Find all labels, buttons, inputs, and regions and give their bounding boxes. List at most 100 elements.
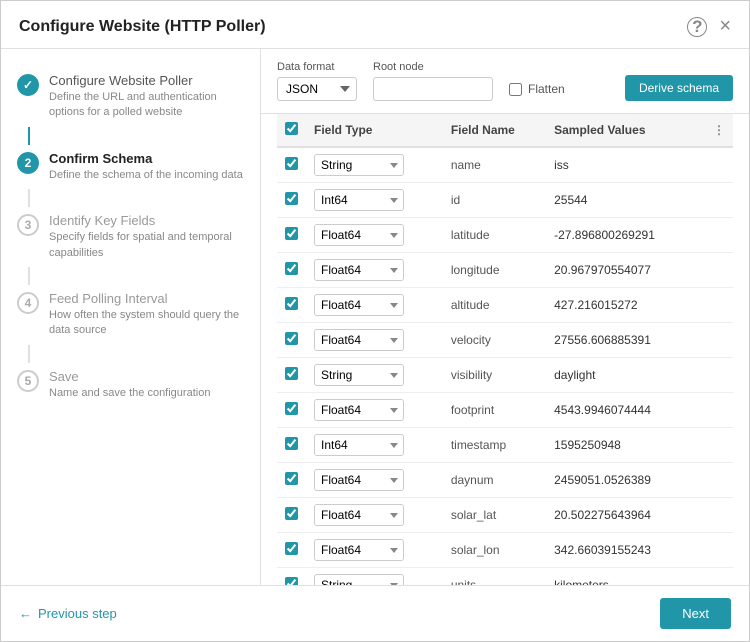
row-more-cell <box>697 253 733 288</box>
row-type-select[interactable]: String Int64 Float64 Boolean Date <box>314 294 404 316</box>
step4-content: Feed Polling Interval How often the syst… <box>49 291 244 339</box>
row-field-name: daynum <box>443 463 546 498</box>
row-checkbox[interactable] <box>285 542 298 555</box>
step1-label: Configure Website Poller <box>49 73 244 88</box>
row-type-select[interactable]: String Int64 Float64 Boolean Date <box>314 224 404 246</box>
row-checkbox-cell <box>277 253 306 288</box>
table-row: String Int64 Float64 Boolean Date timest… <box>277 428 733 463</box>
row-checkbox[interactable] <box>285 402 298 415</box>
row-checkbox[interactable] <box>285 437 298 450</box>
row-type-cell: String Int64 Float64 Boolean Date <box>306 147 443 183</box>
step4-desc: How often the system should query the da… <box>49 308 244 339</box>
row-checkbox[interactable] <box>285 297 298 310</box>
root-node-group: Root node <box>373 61 493 101</box>
table-row: String Int64 Float64 Boolean Date solar_… <box>277 533 733 568</box>
row-type-select[interactable]: String Int64 Float64 Boolean Date <box>314 504 404 526</box>
step3-content: Identify Key Fields Specify fields for s… <box>49 213 244 261</box>
row-type-cell: String Int64 Float64 Boolean Date <box>306 218 443 253</box>
row-type-cell: String Int64 Float64 Boolean Date <box>306 568 443 586</box>
modal: Configure Website (HTTP Poller) ? × ✓ Co… <box>0 0 750 642</box>
th-more[interactable]: ⋮ <box>697 114 733 147</box>
row-type-select[interactable]: String Int64 Float64 Boolean Date <box>314 574 404 585</box>
flatten-checkbox[interactable] <box>509 83 522 96</box>
row-type-cell: String Int64 Float64 Boolean Date <box>306 393 443 428</box>
row-more-cell <box>697 183 733 218</box>
table-row: String Int64 Float64 Boolean Date longit… <box>277 253 733 288</box>
row-sampled-value: 20.967970554077 <box>546 253 697 288</box>
row-checkbox-cell <box>277 358 306 393</box>
row-type-select[interactable]: String Int64 Float64 Boolean Date <box>314 434 404 456</box>
help-icon[interactable]: ? <box>687 17 707 37</box>
step2-label: Confirm Schema <box>49 151 244 166</box>
connector-4 <box>28 345 30 363</box>
row-type-cell: String Int64 Float64 Boolean Date <box>306 428 443 463</box>
row-more-cell <box>697 358 733 393</box>
row-checkbox[interactable] <box>285 157 298 170</box>
row-checkbox[interactable] <box>285 192 298 205</box>
row-type-select[interactable]: String Int64 Float64 Boolean Date <box>314 189 404 211</box>
connector-3 <box>28 267 30 285</box>
row-more-cell <box>697 323 733 358</box>
row-type-select[interactable]: String Int64 Float64 Boolean Date <box>314 259 404 281</box>
step1-content: Configure Website Poller Define the URL … <box>49 73 244 121</box>
row-more-cell <box>697 147 733 183</box>
row-type-select[interactable]: String Int64 Float64 Boolean Date <box>314 539 404 561</box>
derive-schema-button[interactable]: Derive schema <box>625 75 733 101</box>
sidebar-item-step4: 4 Feed Polling Interval How often the sy… <box>1 285 260 345</box>
table-row: String Int64 Float64 Boolean Date id 255… <box>277 183 733 218</box>
row-field-name: id <box>443 183 546 218</box>
step5-desc: Name and save the configuration <box>49 386 244 401</box>
row-field-name: name <box>443 147 546 183</box>
table-row: String Int64 Float64 Boolean Date altitu… <box>277 288 733 323</box>
sidebar-item-step2: 2 Confirm Schema Define the schema of th… <box>1 145 260 189</box>
row-checkbox-cell <box>277 393 306 428</box>
table-row: String Int64 Float64 Boolean Date solar_… <box>277 498 733 533</box>
row-type-select[interactable]: String Int64 Float64 Boolean Date <box>314 329 404 351</box>
row-checkbox-cell <box>277 428 306 463</box>
step2-number: 2 <box>17 152 39 174</box>
data-format-select[interactable]: JSON CSV XML <box>277 77 357 101</box>
previous-step-label: Previous step <box>38 606 117 621</box>
row-checkbox[interactable] <box>285 227 298 240</box>
row-sampled-value: 1595250948 <box>546 428 697 463</box>
row-checkbox-cell <box>277 498 306 533</box>
sidebar-item-step1: ✓ Configure Website Poller Define the UR… <box>1 67 260 127</box>
table-row: String Int64 Float64 Boolean Date name i… <box>277 147 733 183</box>
sidebar-item-step3: 3 Identify Key Fields Specify fields for… <box>1 207 260 267</box>
row-checkbox[interactable] <box>285 262 298 275</box>
close-icon[interactable]: × <box>719 15 731 38</box>
row-sampled-value: iss <box>546 147 697 183</box>
th-checkbox <box>277 114 306 147</box>
row-more-cell <box>697 393 733 428</box>
select-all-checkbox[interactable] <box>285 122 298 135</box>
previous-step-button[interactable]: ← Previous step <box>19 606 117 621</box>
row-type-select[interactable]: String Int64 Float64 Boolean Date <box>314 364 404 386</box>
table-row: String Int64 Float64 Boolean Date visibi… <box>277 358 733 393</box>
root-node-label: Root node <box>373 61 493 73</box>
row-checkbox[interactable] <box>285 472 298 485</box>
row-sampled-value: 4543.9946074444 <box>546 393 697 428</box>
row-sampled-value: 2459051.0526389 <box>546 463 697 498</box>
flatten-label: Flatten <box>528 82 565 96</box>
step5-number: 5 <box>17 370 39 392</box>
toolbar: Data format JSON CSV XML Root node Flatt… <box>261 49 749 114</box>
row-sampled-value: 25544 <box>546 183 697 218</box>
row-checkbox[interactable] <box>285 577 298 585</box>
row-type-select[interactable]: String Int64 Float64 Boolean Date <box>314 154 404 176</box>
row-checkbox[interactable] <box>285 367 298 380</box>
next-button[interactable]: Next <box>660 598 731 629</box>
row-more-cell <box>697 498 733 533</box>
row-checkbox-cell <box>277 183 306 218</box>
row-field-name: solar_lon <box>443 533 546 568</box>
th-sampled-values: Sampled Values <box>546 114 697 147</box>
row-checkbox[interactable] <box>285 507 298 520</box>
table-row: String Int64 Float64 Boolean Date daynum… <box>277 463 733 498</box>
row-type-select[interactable]: String Int64 Float64 Boolean Date <box>314 399 404 421</box>
sidebar: ✓ Configure Website Poller Define the UR… <box>1 49 261 585</box>
step5-content: Save Name and save the configuration <box>49 369 244 401</box>
row-checkbox[interactable] <box>285 332 298 345</box>
row-more-cell <box>697 568 733 586</box>
row-type-select[interactable]: String Int64 Float64 Boolean Date <box>314 469 404 491</box>
row-sampled-value: 20.502275643964 <box>546 498 697 533</box>
root-node-input[interactable] <box>373 77 493 101</box>
